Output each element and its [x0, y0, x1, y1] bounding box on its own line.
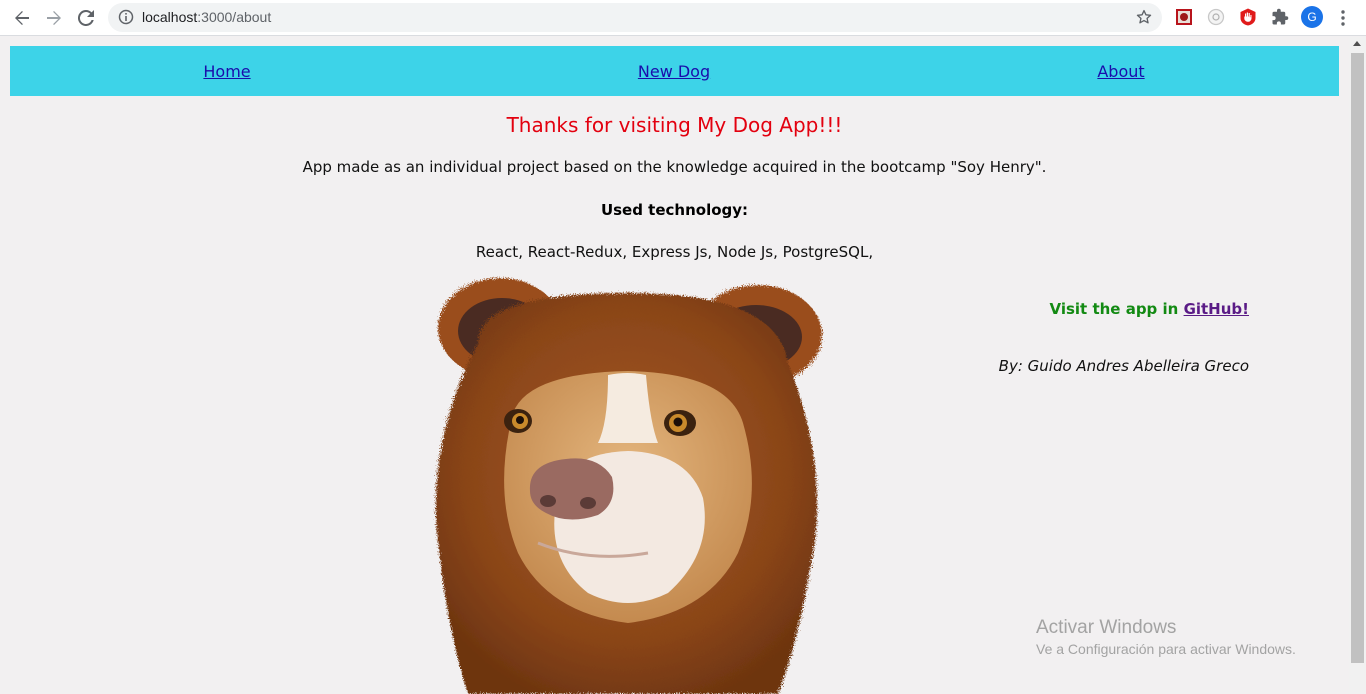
- extension-icon[interactable]: [1239, 8, 1257, 26]
- windows-watermark-subtitle: Ve a Configuración para activar Windows.: [1036, 641, 1296, 657]
- extension-icon[interactable]: [1175, 8, 1193, 26]
- avatar[interactable]: G: [1301, 6, 1323, 28]
- nav-link-new-dog[interactable]: New Dog: [638, 62, 710, 81]
- navbar: Home New Dog About: [10, 46, 1339, 96]
- address-bar[interactable]: localhost:3000/about: [108, 3, 1162, 32]
- info-icon[interactable]: [118, 9, 134, 29]
- extension-icon[interactable]: [1207, 8, 1225, 26]
- back-arrow-icon[interactable]: [10, 6, 34, 30]
- github-link[interactable]: GitHub!: [1184, 300, 1249, 318]
- tech-heading: Used technology:: [600, 201, 749, 219]
- scrollbar-thumb[interactable]: [1351, 53, 1364, 663]
- browser-toolbar: localhost:3000/about G: [0, 0, 1366, 36]
- star-icon[interactable]: [1135, 8, 1153, 30]
- windows-watermark-title: Activar Windows: [1036, 617, 1177, 638]
- nav-link-about[interactable]: About: [1097, 62, 1144, 81]
- nav-link-home[interactable]: Home: [203, 62, 250, 81]
- vertical-scrollbar[interactable]: [1349, 37, 1366, 694]
- reload-icon[interactable]: [74, 6, 98, 30]
- about-description: App made as an individual project based …: [302, 158, 1047, 176]
- scroll-up-arrow-icon[interactable]: [1353, 41, 1361, 46]
- tech-list: React, React-Redux, Express Js, Node Js,…: [475, 243, 874, 261]
- page-title: Thanks for visiting My Dog App!!!: [506, 113, 843, 137]
- more-vert-icon[interactable]: [1336, 8, 1350, 28]
- visit-github-text: Visit the app in GitHub!: [1049, 300, 1250, 318]
- puzzle-icon[interactable]: [1271, 8, 1289, 26]
- forward-arrow-icon[interactable]: [42, 6, 66, 30]
- url-text: localhost:3000/about: [142, 9, 272, 25]
- page-body: Home New Dog About Thanks for visiting M…: [0, 37, 1349, 694]
- dog-bear-costume-image: [435, 278, 822, 694]
- author-text: By: Guido Andres Abelleira Greco: [998, 357, 1249, 375]
